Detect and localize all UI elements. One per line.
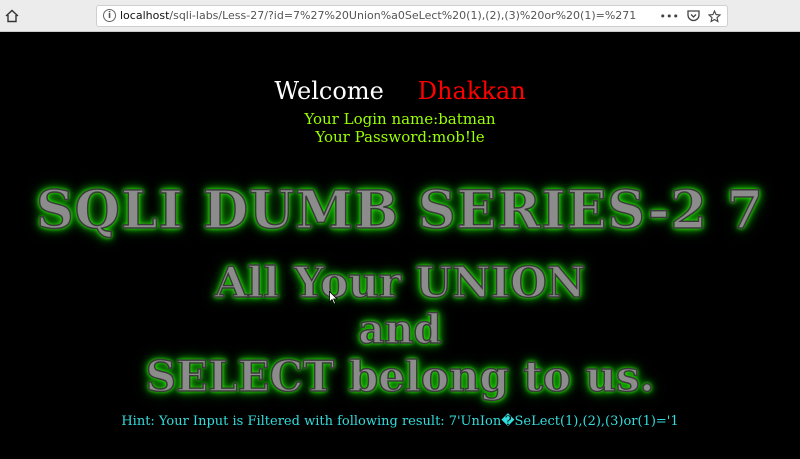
series-title-banner: SQLI DUMB SERIES-2 7 — [35, 179, 764, 242]
url-host: localhost — [120, 9, 170, 22]
login-name: Your Login name:batman — [304, 110, 496, 128]
hint-label: Hint: Your Input is Filtered with follow… — [121, 414, 445, 429]
pocket-icon[interactable] — [687, 10, 700, 22]
url-path: /sqli-labs/Less-27/?id=7%27%20Union%a0Se… — [169, 9, 637, 22]
home-icon[interactable] — [4, 8, 20, 24]
browser-toolbar: i localhost/sqli-labs/Less-27/?id=7%27%2… — [0, 0, 800, 32]
subtitle-line-2: and — [358, 305, 442, 354]
subtitle-line-3: SELECT belong to us. — [145, 351, 655, 402]
welcome-line: Welcome Dhakkan — [0, 76, 800, 106]
page-actions-menu-icon[interactable]: ••• — [660, 10, 679, 23]
password: Your Password:mob!le — [315, 128, 485, 146]
hint-value: 7'UnIon�SeLect(1),(2),(3)or(1)='1 — [448, 414, 679, 429]
user-name: Dhakkan — [417, 77, 526, 105]
url-bar[interactable]: i localhost/sqli-labs/Less-27/?id=7%27%2… — [96, 5, 728, 27]
info-icon[interactable]: i — [103, 9, 116, 22]
hint-text: Hint: Your Input is Filtered with follow… — [0, 414, 800, 429]
welcome-text: Welcome — [274, 77, 384, 105]
bookmark-star-icon[interactable] — [708, 9, 721, 23]
url-text[interactable]: localhost/sqli-labs/Less-27/?id=7%27%20U… — [120, 9, 680, 22]
subtitle-line-1: All Your UNION — [214, 257, 586, 308]
